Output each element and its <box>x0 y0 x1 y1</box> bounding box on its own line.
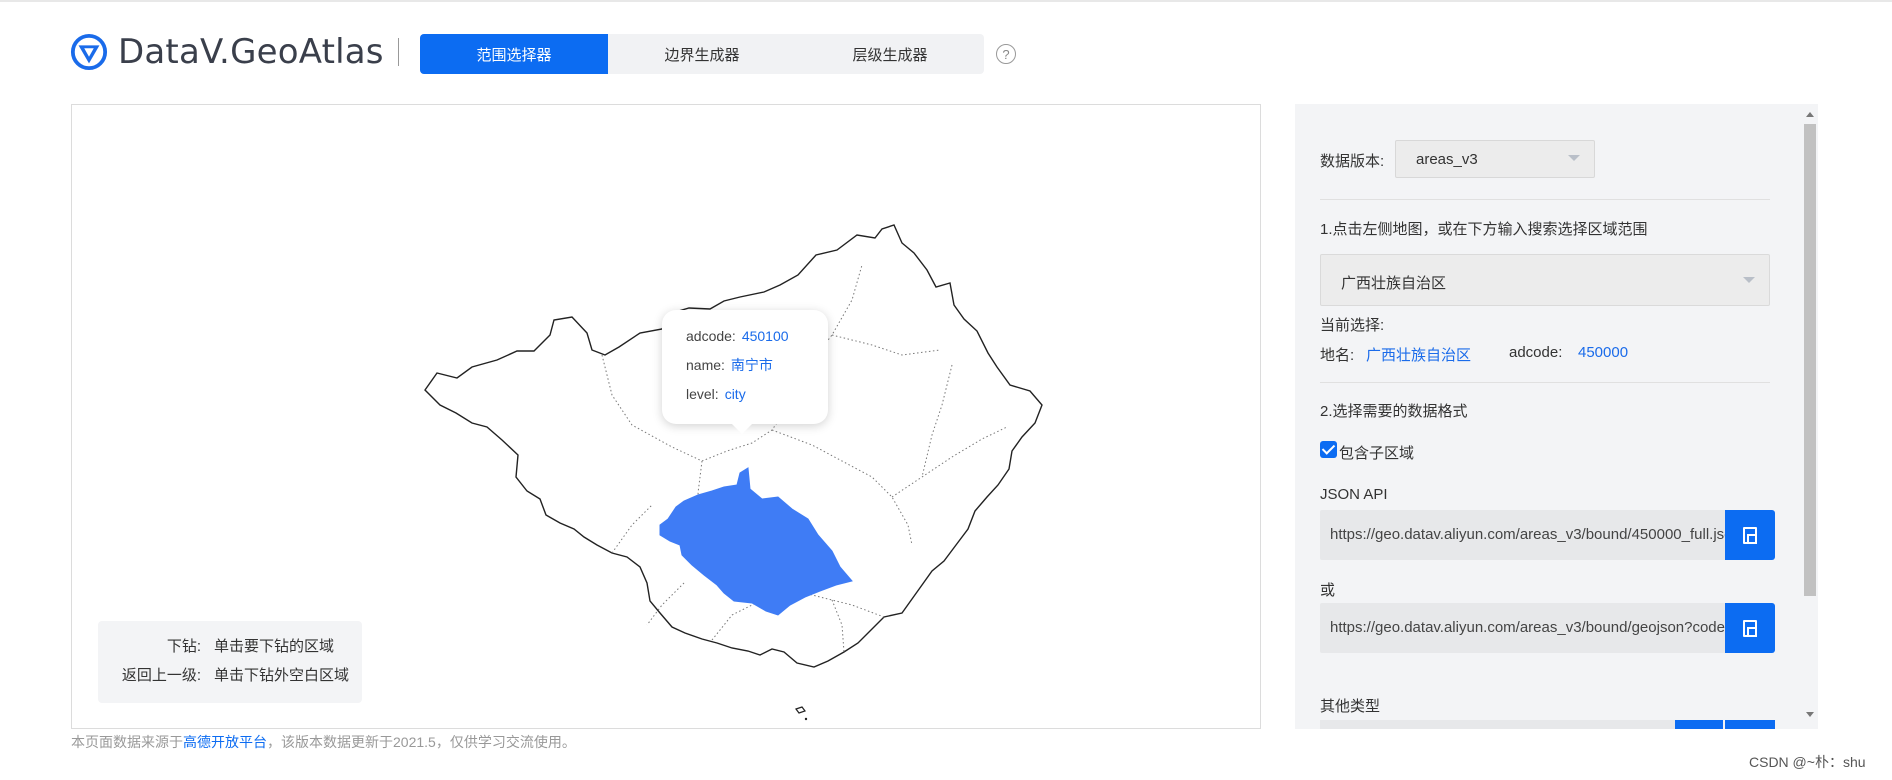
copy-icon <box>1743 619 1757 637</box>
copy-geojson-button[interactable] <box>1725 603 1775 653</box>
logo-text: DataV.GeoAtlas <box>118 32 384 72</box>
top-border <box>0 0 1892 2</box>
map-panel[interactable]: adcode: 450100 name: 南宁市 level: city 下钻: 单击… <box>71 104 1261 729</box>
json-api-url-field[interactable]: https://geo.datav.aliyun.com/areas_v3/bo… <box>1320 510 1725 560</box>
hint-row-drilldown: 下钻: 单击要下钻的区域 <box>98 635 362 664</box>
note-prefix: 本页面数据来源于 <box>71 734 183 750</box>
logo-divider <box>397 38 399 66</box>
tab-level-generator[interactable]: 层级生成器 <box>796 34 984 74</box>
geojson-url-field[interactable]: https://geo.datav.aliyun.com/areas_v3/bo… <box>1320 603 1725 653</box>
note-suffix: ，该版本数据更新于2021.5，仅供学习交流使用。 <box>267 734 576 750</box>
hint-key: 下钻: <box>166 638 201 655</box>
tooltip-value: city <box>724 386 746 402</box>
adcode-value: 450000 <box>1578 344 1629 361</box>
include-subregions-checkbox[interactable] <box>1320 441 1337 458</box>
datav-logo-icon <box>70 33 108 71</box>
step2-instruction: 2.选择需要的数据格式 <box>1320 403 1468 420</box>
chevron-down-icon <box>1568 155 1580 161</box>
tab-boundary-generator[interactable]: 边界生成器 <box>608 34 796 74</box>
copy-url-button[interactable] <box>1725 510 1775 560</box>
options-panel: 数据版本: areas_v3 1.点击左侧地图，或在下方输入搜索选择区域范围 广… <box>1295 104 1818 729</box>
place-name-value: 广西壮族自治区 <box>1366 347 1472 364</box>
scroll-thumb[interactable] <box>1804 124 1816 596</box>
tab-range-selector[interactable]: 范围选择器 <box>420 34 608 74</box>
tooltip-value: 南宁市 <box>730 357 773 373</box>
divider <box>1320 199 1770 200</box>
hint-row-back: 返回上一级: 单击下钻外空白区域 <box>98 664 362 693</box>
tooltip-key: level: <box>686 386 719 402</box>
json-api-label: JSON API <box>1320 486 1388 503</box>
mode-tabs: 范围选择器 边界生成器 层级生成器 <box>420 34 984 74</box>
logo[interactable]: DataV.GeoAtlas <box>70 32 399 72</box>
current-selection-label: 当前选择: <box>1320 317 1385 334</box>
help-icon[interactable]: ? <box>996 44 1016 64</box>
step1-instruction: 1.点击左侧地图，或在下方输入搜索选择区域范围 <box>1320 221 1648 238</box>
tooltip-key: adcode: <box>686 328 736 344</box>
other-type-copy-button[interactable] <box>1725 720 1775 729</box>
other-types-field[interactable] <box>1320 720 1700 729</box>
island <box>804 717 808 721</box>
island <box>795 706 806 714</box>
copy-icon <box>1743 526 1757 544</box>
tooltip-value: 450100 <box>741 328 789 344</box>
or-label: 或 <box>1320 582 1336 599</box>
scroll-down-arrow-icon[interactable] <box>1806 712 1814 717</box>
tooltip-row-level: level: city <box>686 384 828 413</box>
hint-key: 返回上一级: <box>121 667 201 684</box>
amap-link[interactable]: 高德开放平台 <box>183 734 267 750</box>
include-subregions-label[interactable]: 包含子区域 <box>1339 442 1414 463</box>
tooltip-row-adcode: adcode: 450100 <box>686 326 828 355</box>
data-version-select[interactable]: areas_v3 <box>1395 140 1595 178</box>
map-tooltip: adcode: 450100 name: 南宁市 level: city <box>662 310 828 434</box>
other-type-button[interactable] <box>1675 720 1723 729</box>
scroll-up-arrow-icon[interactable] <box>1806 112 1814 117</box>
adcode-label: adcode: <box>1509 344 1563 361</box>
panel-scrollbar[interactable] <box>1802 106 1818 726</box>
place-name-label: 地名: <box>1320 347 1355 364</box>
data-source-note: 本页面数据来源于高德开放平台，该版本数据更新于2021.5，仅供学习交流使用。 <box>71 732 576 752</box>
hint-value: 单击要下钻的区域 <box>214 638 335 655</box>
tooltip-key: name: <box>686 357 725 373</box>
hint-value: 单击下钻外空白区域 <box>214 667 350 684</box>
chevron-down-icon <box>1743 277 1755 283</box>
other-types-label: 其他类型 <box>1320 698 1381 715</box>
region-select-value: 广西壮族自治区 <box>1341 275 1447 292</box>
map-hint-box: 下钻: 单击要下钻的区域 返回上一级: 单击下钻外空白区域 <box>98 621 362 703</box>
data-version-label: 数据版本: <box>1320 153 1385 170</box>
divider <box>1320 382 1770 383</box>
data-version-value: areas_v3 <box>1416 151 1478 168</box>
region-search-select[interactable]: 广西壮族自治区 <box>1320 254 1770 306</box>
watermark: CSDN @~朴：shu <box>1749 754 1866 770</box>
tooltip-row-name: name: 南宁市 <box>686 355 828 384</box>
